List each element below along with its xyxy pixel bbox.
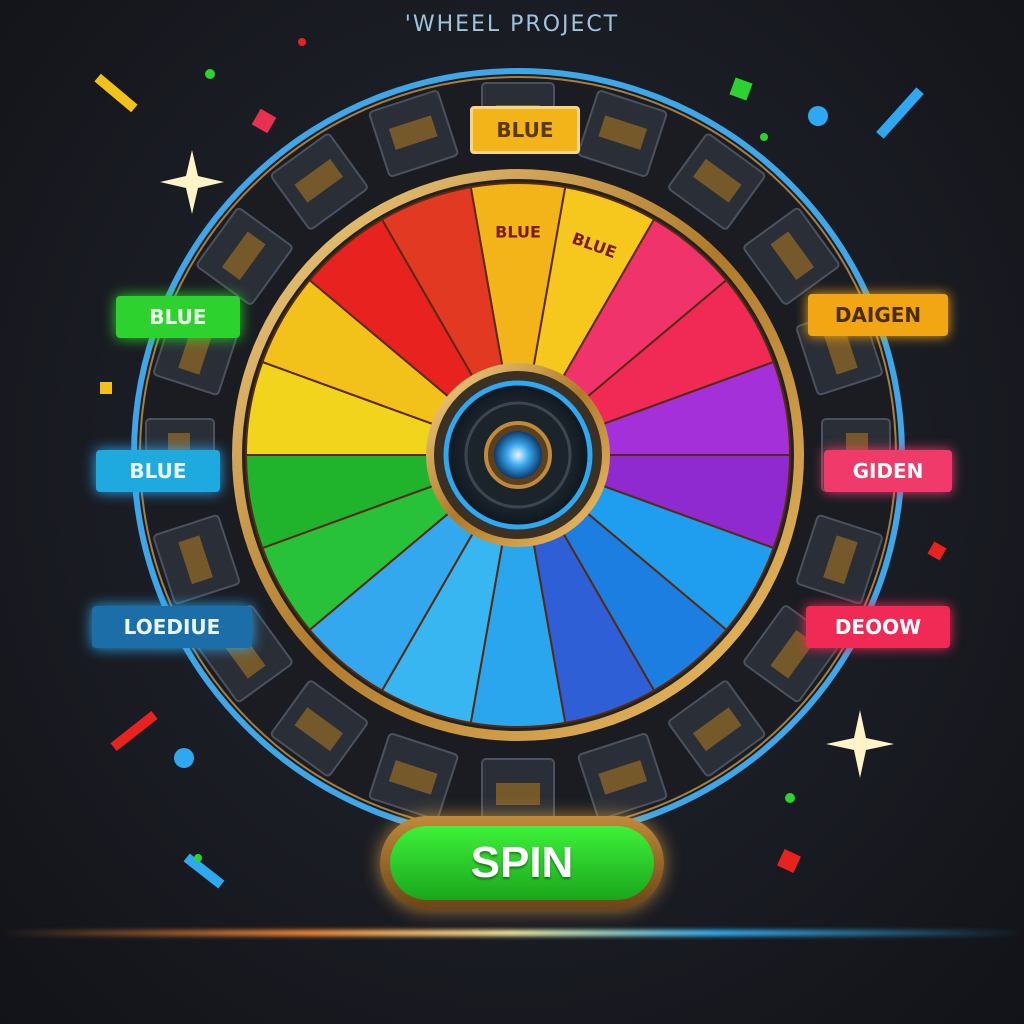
tag-top[interactable]: BLUE	[470, 106, 580, 154]
tag-left-3[interactable]: LOEDIUE	[92, 606, 252, 648]
rim-tile-pattern	[496, 783, 540, 805]
tag-right-2[interactable]: GIDEN	[824, 450, 952, 492]
floor-glow	[0, 930, 1024, 936]
tag-left-1[interactable]: BLUE	[116, 296, 240, 338]
wheel-hub[interactable]	[426, 363, 610, 547]
tag-left-2[interactable]: BLUE	[96, 450, 220, 492]
wheel-segment-label: BLUE	[495, 222, 541, 241]
spin-button[interactable]: SPIN	[380, 816, 664, 910]
tag-right-3[interactable]: DEOOW	[806, 606, 950, 648]
spin-button-label: SPIN	[390, 826, 654, 900]
tag-right-1[interactable]: DAIGEN	[808, 294, 948, 336]
